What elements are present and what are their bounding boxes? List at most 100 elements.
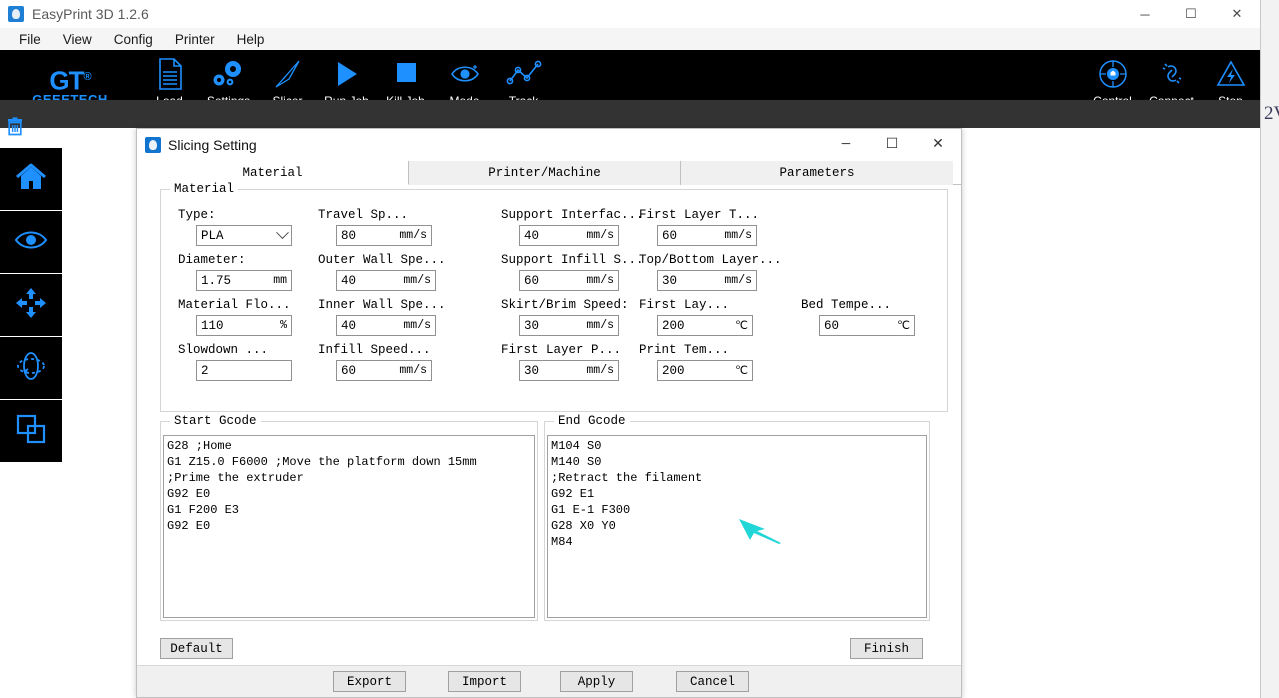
control-pad-icon — [1097, 56, 1129, 92]
sidebar-item-view[interactable] — [0, 211, 62, 273]
logo-registered: ® — [83, 70, 92, 83]
logo-letters: GT — [49, 65, 84, 96]
import-button[interactable]: Import — [448, 671, 521, 692]
tab-parameters[interactable]: Parameters — [681, 161, 953, 185]
app-cube-icon — [8, 6, 24, 22]
eye-mode-icon — [449, 56, 481, 92]
diameter-input-value: 1.75 — [201, 273, 232, 288]
infill-speed-input[interactable]: 60 mm/s — [336, 360, 432, 381]
print-temperature-input-value: 200 — [662, 363, 685, 378]
close-button[interactable]: ✕ — [1214, 0, 1260, 28]
maximize-button[interactable]: ☐ — [1168, 0, 1214, 28]
link-connect-icon — [1156, 56, 1188, 92]
dialog-title: Slicing Setting — [168, 136, 257, 153]
track-graph-icon — [506, 56, 542, 92]
print-temperature-input[interactable]: 200 ℃ — [657, 360, 753, 381]
type-select[interactable]: PLA — [196, 225, 292, 246]
first-layer-travel-input[interactable]: 60 mm/s — [657, 225, 757, 246]
start-gcode-textarea[interactable]: G28 ;Home G1 Z15.0 F6000 ;Move the platf… — [163, 435, 535, 618]
outer-wall-speed-input-field: Outer Wall Spe... 40 mm/s — [318, 253, 446, 291]
outer-wall-speed-input-unit: mm/s — [403, 274, 431, 287]
finish-button[interactable]: Finish — [850, 638, 923, 659]
dialog-close-button[interactable]: ✕ — [915, 129, 961, 160]
trash-icon[interactable] — [4, 116, 26, 138]
first-layer-temperature-input[interactable]: 200 ℃ — [657, 315, 753, 336]
sidebar-item-home[interactable] — [0, 148, 62, 210]
material-flow-input-value: 110 — [201, 318, 224, 333]
dialog-tabstrip: Material Printer/Machine Parameters — [137, 161, 961, 185]
background-window-text: 2V — [1264, 103, 1279, 124]
material-flow-input[interactable]: 110% — [196, 315, 292, 336]
secondary-toolbar — [0, 100, 1260, 128]
first-layer-print-speed-input[interactable]: 30 mm/s — [519, 360, 619, 381]
outer-wall-speed-input-label: Outer Wall Spe... — [318, 253, 446, 267]
minimize-button[interactable]: ─ — [1122, 0, 1168, 28]
support-interface-speed-input-label: Support Interfac... — [501, 208, 644, 222]
first-layer-travel-input-unit: mm/s — [724, 229, 752, 242]
dialog-footer-toolbar: Export Import Apply Cancel — [137, 665, 961, 697]
top-bottom-layer-speed-input-field: Top/Bottom Layer... 30 mm/s — [639, 253, 782, 291]
material-flow-input-label: Material Flo... — [178, 298, 291, 312]
sidebar-item-rotate[interactable] — [0, 337, 62, 399]
bed-temperature-input-value: 60 — [824, 318, 840, 333]
first-layer-temperature-input-field: First Lay... 200 ℃ — [639, 298, 753, 336]
main-application-window: EasyPrint 3D 1.2.6 ─ ☐ ✕ File View Confi… — [0, 0, 1261, 698]
travel-speed-input[interactable]: 80 mm/s — [336, 225, 432, 246]
tab-printer-machine[interactable]: Printer/Machine — [409, 161, 681, 185]
start-gcode-groupbox: Start Gcode G28 ;Home G1 Z15.0 F6000 ;Mo… — [160, 414, 538, 621]
support-infill-speed-input-field: Support Infill S... 60 mm/s — [501, 253, 644, 291]
support-interface-speed-input-value: 40 — [524, 228, 540, 243]
sidebar-item-scale[interactable] — [0, 400, 62, 462]
first-layer-print-speed-input-field: First Layer P... 30 mm/s — [501, 343, 621, 381]
top-bottom-layer-speed-input[interactable]: 30 mm/s — [657, 270, 757, 291]
left-tool-rail — [0, 148, 62, 463]
first-layer-temperature-input-label: First Lay... — [639, 298, 730, 312]
dialog-titlebar: Slicing Setting ─ ☐ ✕ — [137, 129, 961, 161]
cancel-button[interactable]: Cancel — [676, 671, 749, 692]
menu-item-view[interactable]: View — [52, 30, 103, 49]
dialog-window-controls: ─ ☐ ✕ — [823, 129, 961, 160]
end-gcode-groupbox: End Gcode M104 S0 M140 S0 ;Retract the f… — [544, 414, 930, 621]
material-flow-input-field: Material Flo... 110% — [178, 298, 292, 336]
move-icon — [14, 286, 48, 325]
logo-mark: GT® — [49, 65, 92, 96]
support-interface-speed-input-unit: mm/s — [586, 229, 614, 242]
menu-item-config[interactable]: Config — [103, 30, 164, 49]
slowdown-input[interactable]: 2 — [196, 360, 292, 381]
diameter-input[interactable]: 1.75 mm — [196, 270, 292, 291]
start-gcode-title: Start Gcode — [170, 414, 261, 428]
first-layer-temperature-input-unit: ℃ — [735, 320, 748, 333]
skirt-brim-speed-input-field: Skirt/Brim Speed: 30 mm/s — [501, 298, 629, 336]
default-button[interactable]: Default — [160, 638, 233, 659]
material-groupbox: Material Type: PLA Diameter: 1.75 mm Material… — [160, 182, 948, 412]
export-button[interactable]: Export — [333, 671, 406, 692]
apply-button[interactable]: Apply — [560, 671, 633, 692]
support-infill-speed-input[interactable]: 60 mm/s — [519, 270, 619, 291]
infill-speed-input-unit: mm/s — [399, 364, 427, 377]
skirt-brim-speed-input-unit: mm/s — [586, 319, 614, 332]
stop-square-icon — [393, 56, 419, 92]
end-gcode-textarea[interactable]: M104 S0 M140 S0 ;Retract the filament G9… — [547, 435, 927, 618]
menu-item-file[interactable]: File — [8, 30, 52, 49]
inner-wall-speed-input[interactable]: 40 mm/s — [336, 315, 436, 336]
slowdown-input-field: Slowdown ... 2 — [178, 343, 292, 381]
slowdown-input-label: Slowdown ... — [178, 343, 269, 357]
inner-wall-speed-input-label: Inner Wall Spe... — [318, 298, 446, 312]
diameter-input-unit: mm — [273, 274, 287, 287]
bed-temperature-input[interactable]: 60 ℃ — [819, 315, 915, 336]
infill-speed-input-label: Infill Speed... — [318, 343, 431, 357]
slicing-setting-dialog: Slicing Setting ─ ☐ ✕ Material Printer/M… — [136, 128, 962, 698]
menu-item-help[interactable]: Help — [226, 30, 276, 49]
support-interface-speed-input[interactable]: 40 mm/s — [519, 225, 619, 246]
first-layer-travel-input-value: 60 — [662, 228, 678, 243]
travel-speed-input-field: Travel Sp... 80 mm/s — [318, 208, 432, 246]
outer-wall-speed-input[interactable]: 40 mm/s — [336, 270, 436, 291]
sidebar-item-move[interactable] — [0, 274, 62, 336]
inner-wall-speed-input-value: 40 — [341, 318, 357, 333]
dialog-maximize-button[interactable]: ☐ — [869, 129, 915, 160]
menu-item-printer[interactable]: Printer — [164, 30, 226, 49]
document-load-icon — [157, 56, 183, 92]
skirt-brim-speed-input[interactable]: 30 mm/s — [519, 315, 619, 336]
dialog-minimize-button[interactable]: ─ — [823, 129, 869, 160]
scale-icon — [14, 412, 48, 451]
